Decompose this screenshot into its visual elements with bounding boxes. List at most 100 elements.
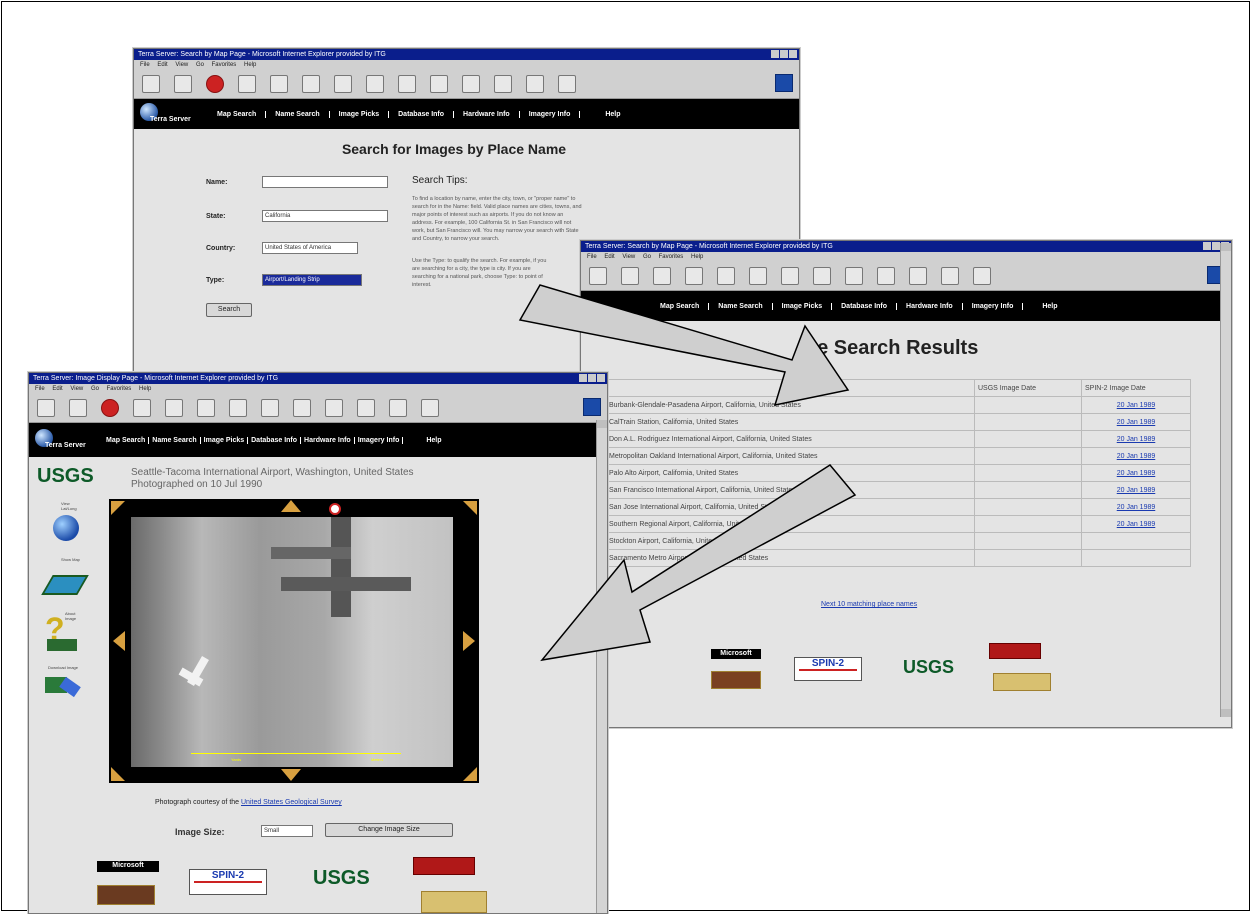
- menu-view[interactable]: View: [70, 386, 83, 392]
- usgs-credit-link[interactable]: United States Geological Survey: [241, 799, 342, 806]
- fonts-icon[interactable]: [389, 399, 407, 417]
- stop-icon[interactable]: [101, 399, 119, 417]
- state-field[interactable]: California: [262, 210, 388, 222]
- minimize-button[interactable]: [579, 374, 587, 382]
- type-select[interactable]: Airport/Landing Strip: [262, 274, 362, 286]
- home-icon[interactable]: [717, 267, 735, 285]
- show-map-icon[interactable]: Show Map: [41, 557, 89, 597]
- channels-icon[interactable]: [293, 399, 311, 417]
- minimize-button[interactable]: [771, 50, 779, 58]
- fullscreen-icon[interactable]: [430, 75, 448, 93]
- spin-date-link[interactable]: [1081, 532, 1191, 550]
- menu-edit[interactable]: Edit: [604, 254, 614, 260]
- back-icon[interactable]: [589, 267, 607, 285]
- back-icon[interactable]: [37, 399, 55, 417]
- search-window-titlebar[interactable]: Terra Server: Search by Map Page - Micro…: [134, 49, 799, 60]
- spin-date-link[interactable]: 20 Jan 1989: [1081, 413, 1191, 431]
- spin-date-link[interactable]: 20 Jan 1989: [1081, 447, 1191, 465]
- nav-help[interactable]: Help: [596, 111, 629, 118]
- aerial-photo[interactable]: Yards Meters: [131, 517, 453, 767]
- spin2-logo[interactable]: SPIN-2: [189, 869, 267, 895]
- scroll-up-arrow[interactable]: [1221, 243, 1231, 251]
- microsoft-logo[interactable]: Microsoft: [711, 649, 761, 659]
- microsoft-sub-logo[interactable]: [97, 885, 155, 905]
- microsoft-sub-logo[interactable]: [711, 671, 761, 689]
- mail-icon[interactable]: [462, 75, 480, 93]
- microsoft-logo[interactable]: Microsoft: [97, 861, 159, 872]
- refresh-icon[interactable]: [685, 267, 703, 285]
- maximize-button[interactable]: [588, 374, 596, 382]
- menu-favorites[interactable]: Favorites: [659, 254, 684, 260]
- nav-database-info[interactable]: Database Info: [832, 302, 898, 310]
- partner-logo-red[interactable]: [989, 643, 1041, 659]
- scroll-up-arrow[interactable]: [597, 420, 607, 428]
- refresh-icon[interactable]: [133, 399, 151, 417]
- search-icon[interactable]: [197, 399, 215, 417]
- partner-logo-gold[interactable]: [993, 673, 1051, 691]
- spin-date-link[interactable]: 20 Jan 1989: [1081, 515, 1191, 533]
- mail-icon[interactable]: [909, 267, 927, 285]
- nav-name-search[interactable]: Name Search: [266, 110, 330, 118]
- mail-icon[interactable]: [357, 399, 375, 417]
- home-icon[interactable]: [165, 399, 183, 417]
- fonts-icon[interactable]: [941, 267, 959, 285]
- nav-database-info[interactable]: Database Info: [248, 436, 302, 444]
- next-results-link[interactable]: Next 10 matching place names: [821, 601, 917, 608]
- usgs-logo[interactable]: USGS: [903, 657, 954, 678]
- menu-file[interactable]: File: [140, 62, 150, 68]
- nav-database-info[interactable]: Database Info: [389, 110, 455, 118]
- image-window-titlebar[interactable]: Terra Server: Image Display Page - Micro…: [29, 373, 607, 384]
- nav-map-search[interactable]: Map Search: [208, 110, 267, 118]
- stop-icon[interactable]: [653, 267, 671, 285]
- menu-view[interactable]: View: [622, 254, 635, 260]
- menu-edit[interactable]: Edit: [52, 386, 62, 392]
- menu-favorites[interactable]: Favorites: [107, 386, 132, 392]
- close-button[interactable]: [789, 50, 797, 58]
- results-scrollbar[interactable]: [1220, 243, 1231, 717]
- pan-down-arrow[interactable]: [281, 769, 301, 781]
- country-field[interactable]: United States of America: [262, 242, 358, 254]
- spin-date-link[interactable]: 20 Jan 1989: [1081, 396, 1191, 414]
- name-field[interactable]: [262, 176, 388, 188]
- nav-hardware-info[interactable]: Hardware Info: [301, 436, 355, 444]
- pan-down-left-arrow[interactable]: [111, 767, 125, 781]
- pan-right-arrow[interactable]: [463, 631, 475, 651]
- menu-favorites[interactable]: Favorites: [212, 62, 237, 68]
- usgs-logo[interactable]: USGS: [37, 465, 94, 488]
- lat-long-globe-icon[interactable]: View Lat/Long: [45, 501, 85, 545]
- forward-icon[interactable]: [621, 267, 639, 285]
- menu-help[interactable]: Help: [691, 254, 703, 260]
- maximize-button[interactable]: [1212, 242, 1220, 250]
- pan-up-right-arrow[interactable]: [463, 501, 477, 515]
- nav-hardware-info[interactable]: Hardware Info: [897, 302, 963, 310]
- favorites-icon[interactable]: [334, 75, 352, 93]
- menu-view[interactable]: View: [175, 62, 188, 68]
- nav-imagery-info[interactable]: Imagery Info: [963, 302, 1024, 310]
- menu-go[interactable]: Go: [91, 386, 99, 392]
- forward-icon[interactable]: [174, 75, 192, 93]
- search-button[interactable]: Search: [206, 303, 252, 317]
- nav-image-picks[interactable]: Image Picks: [330, 110, 390, 118]
- channels-icon[interactable]: [845, 267, 863, 285]
- results-window-titlebar[interactable]: Terra Server: Search by Map Page - Micro…: [581, 241, 1231, 252]
- nav-name-search[interactable]: Name Search: [709, 302, 773, 310]
- image-size-select[interactable]: Small: [261, 825, 313, 837]
- spin-date-link[interactable]: 20 Jan 1989: [1081, 464, 1191, 482]
- fullscreen-icon[interactable]: [877, 267, 895, 285]
- zoom-out-icon[interactable]: [329, 503, 341, 515]
- search-icon[interactable]: [749, 267, 767, 285]
- fonts-icon[interactable]: [494, 75, 512, 93]
- home-icon[interactable]: [270, 75, 288, 93]
- favorites-icon[interactable]: [229, 399, 247, 417]
- spin-date-link[interactable]: 20 Jan 1989: [1081, 498, 1191, 516]
- terraserver-logo[interactable]: Terra Server: [35, 427, 93, 453]
- pan-left-arrow[interactable]: [113, 631, 125, 651]
- spin-date-link[interactable]: 20 Jan 1989: [1081, 481, 1191, 499]
- favorites-icon[interactable]: [781, 267, 799, 285]
- print-icon[interactable]: [421, 399, 439, 417]
- spin2-logo[interactable]: SPIN-2: [794, 657, 862, 681]
- pan-up-left-arrow[interactable]: [111, 501, 125, 515]
- pan-down-right-arrow[interactable]: [463, 767, 477, 781]
- terraserver-logo[interactable]: Terra Server: [140, 101, 198, 127]
- nav-map-search[interactable]: Map Search: [651, 302, 710, 310]
